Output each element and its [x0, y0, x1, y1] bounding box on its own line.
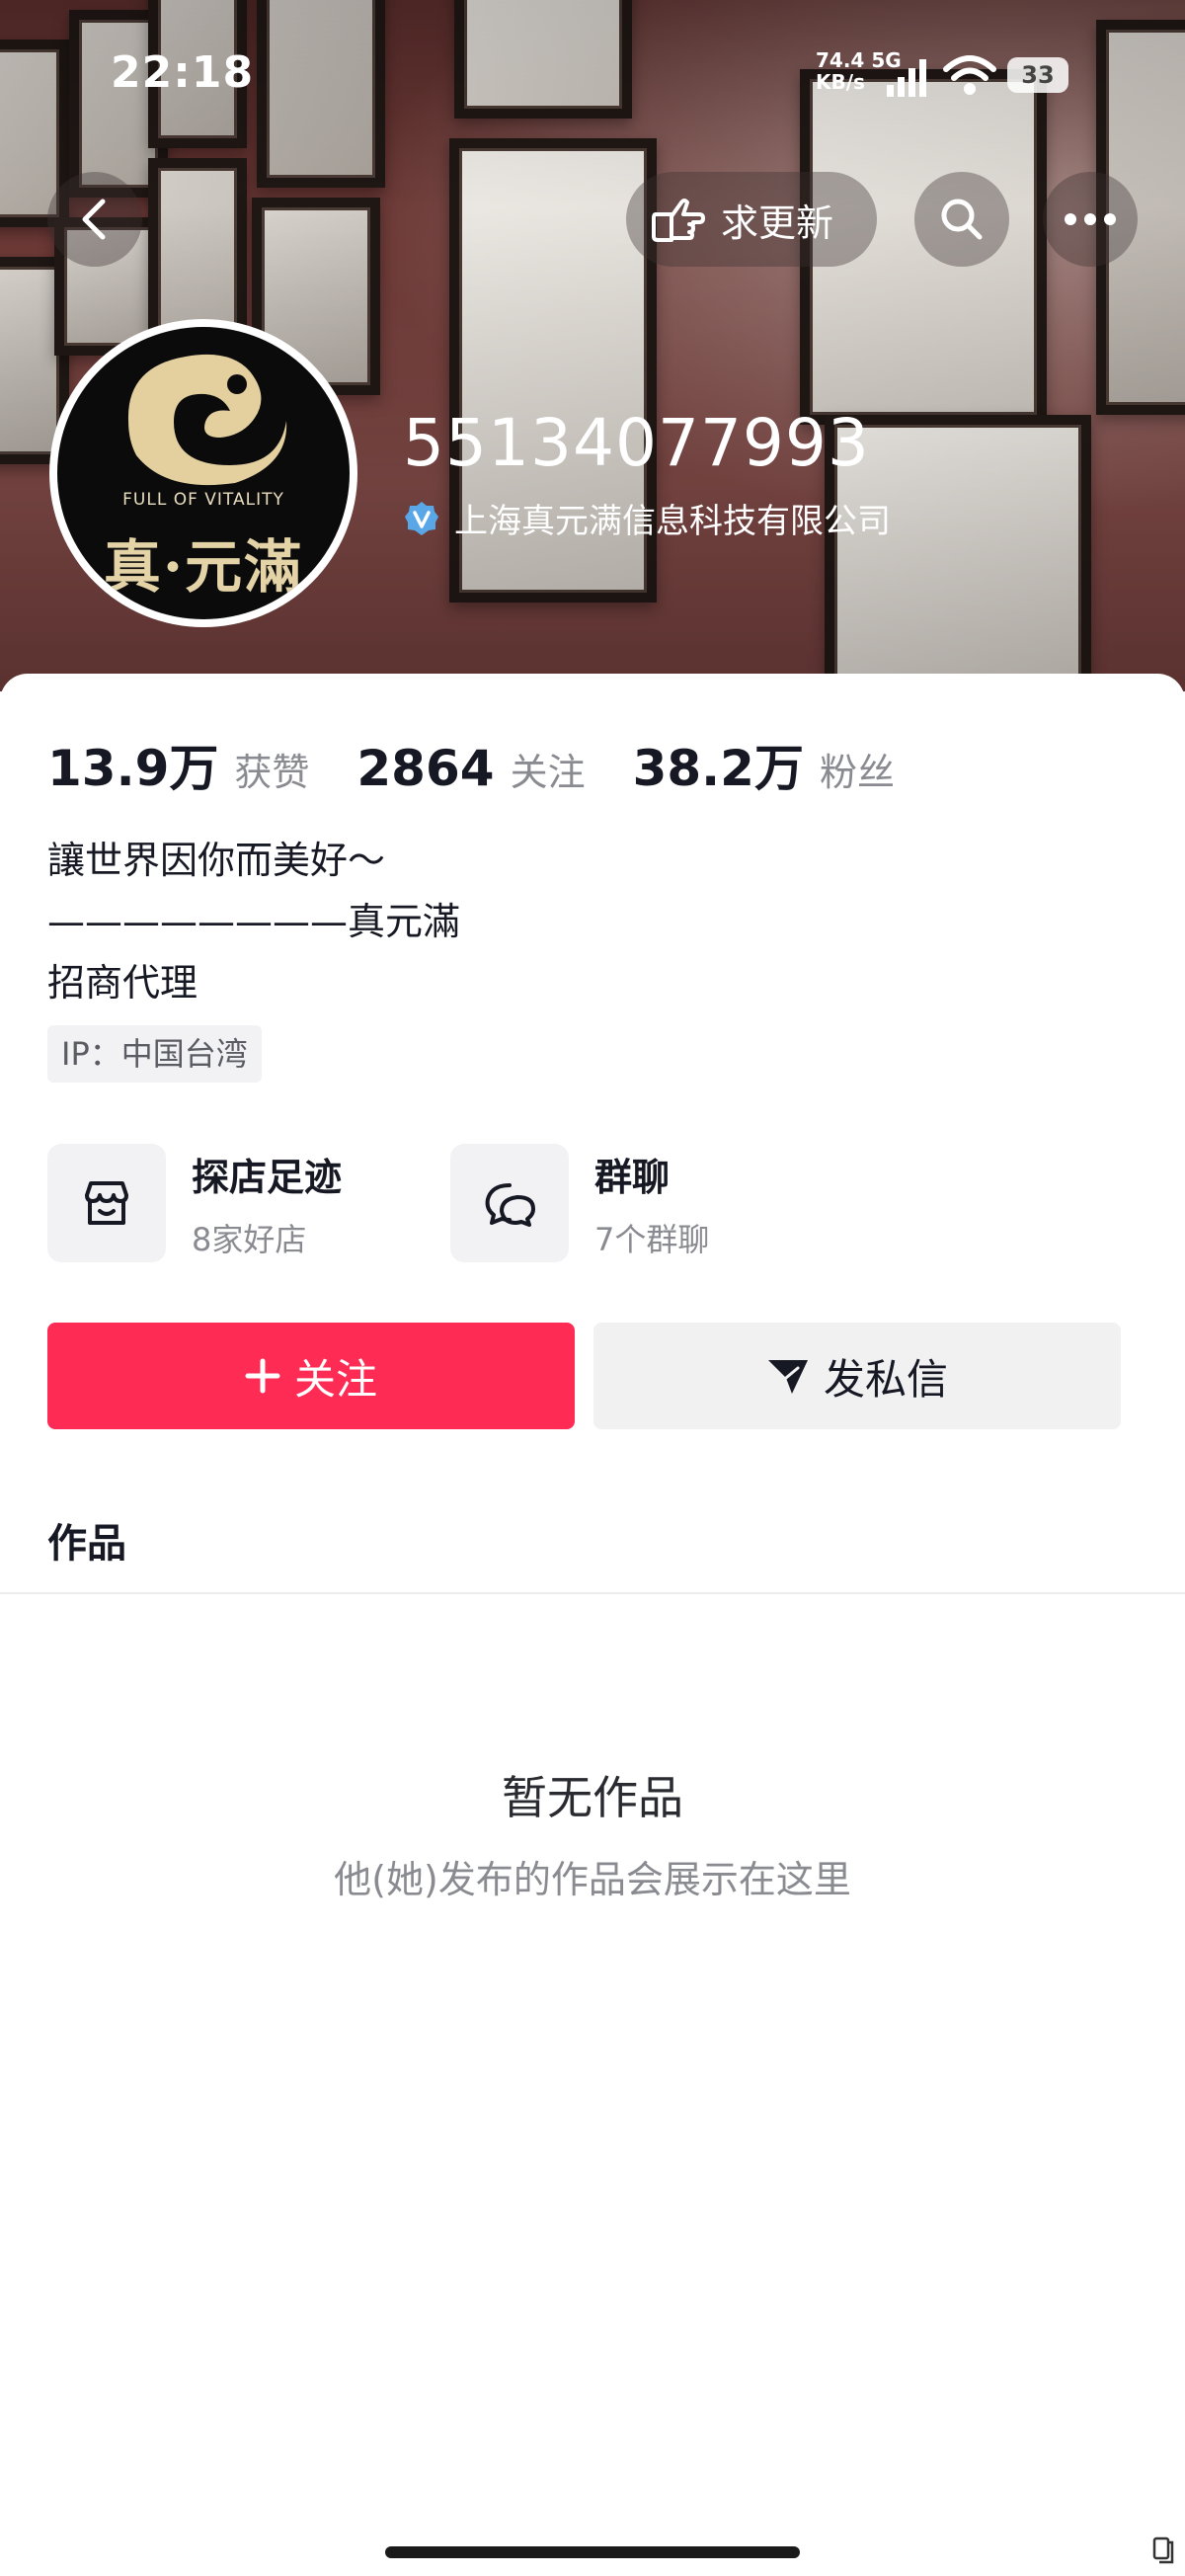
point-hand-icon [652, 199, 705, 242]
more-icon [1065, 213, 1116, 225]
avatar[interactable]: FULL OF VITALITY 真·元滿 [49, 319, 357, 627]
send-icon [767, 1360, 808, 1394]
logo-swirl-icon [127, 354, 287, 486]
more-button[interactable] [1043, 172, 1138, 267]
group-chat-title: 群聊 [594, 1155, 671, 1199]
store-icon [85, 1181, 128, 1225]
store-visits-entry[interactable]: 探店足迹 8家好店 [47, 1144, 342, 1262]
store-visits-title: 探店足迹 [192, 1155, 343, 1199]
empty-state-title: 暂无作品 [502, 1771, 683, 1824]
profile-nickname: 55134077993 [403, 405, 870, 481]
tab-divider [0, 1592, 1185, 1594]
follow-label: 关注 [293, 1354, 377, 1404]
group-chat-icon [485, 1183, 535, 1227]
back-button[interactable] [47, 172, 142, 267]
ip-location-tag: IP：中国台湾 [47, 1025, 262, 1083]
request-update-button[interactable]: 求更新 [626, 172, 877, 267]
group-chat-entry[interactable]: 群聊 7个群聊 [450, 1144, 709, 1262]
profile-bio: 讓世界因你而美好～ ————————真元滿 招商代理 [47, 830, 460, 1013]
home-indicator[interactable] [385, 2546, 800, 2558]
bio-line-3: 招商代理 [47, 961, 198, 1005]
stat-likes[interactable]: 13.9万 获赞 [47, 729, 309, 800]
avatar-tagline: FULL OF VITALITY [122, 490, 284, 510]
status-time: 22:18 [111, 47, 255, 98]
stat-following[interactable]: 2864 关注 [356, 740, 585, 797]
stat-followers[interactable]: 38.2万 粉丝 [633, 729, 895, 800]
avatar-text: 真·元滿 [103, 533, 304, 601]
wifi-icon [943, 55, 996, 95]
search-icon [941, 199, 983, 240]
store-visits-subtitle: 8家好店 [192, 1220, 307, 1258]
group-chat-subtitle: 7个群聊 [594, 1220, 710, 1258]
verified-badge-icon [405, 501, 438, 535]
verified-company: 上海真元满信息科技有限公司 [403, 494, 891, 542]
tab-works[interactable]: 作品 [47, 1511, 126, 1569]
request-update-label: 求更新 [721, 201, 834, 245]
back-icon [82, 199, 106, 240]
profile-stats: 13.9万 获赞 2864 关注 38.2万 粉丝 [47, 729, 942, 800]
watermark-icon [1152, 2536, 1174, 2564]
bio-line-1: 讓世界因你而美好～ [47, 839, 386, 882]
verified-label: 上海真元满信息科技有限公司 [454, 502, 891, 541]
signal-icon [887, 59, 926, 97]
search-button[interactable] [914, 172, 1009, 267]
empty-state-subtitle: 他(她)发布的作品会展示在这里 [334, 1858, 851, 1901]
follow-button[interactable]: 关注 [47, 1323, 575, 1429]
plus-icon [245, 1358, 280, 1394]
send-message-label: 发私信 [823, 1354, 948, 1404]
status-bar: 22:18 74.4 5G KB/s 33 [0, 0, 1185, 148]
battery-icon: 33 [1007, 57, 1068, 93]
send-message-button[interactable]: 发私信 [593, 1323, 1121, 1429]
bio-line-2: ————————真元滿 [47, 900, 461, 943]
profile-card: 13.9万 获赞 2864 关注 38.2万 粉丝 讓世界因你而美好～ ————… [0, 674, 1185, 2576]
profile-banner: 22:18 74.4 5G KB/s 33 求更新 FULL OF VITALI… [0, 0, 1185, 691]
